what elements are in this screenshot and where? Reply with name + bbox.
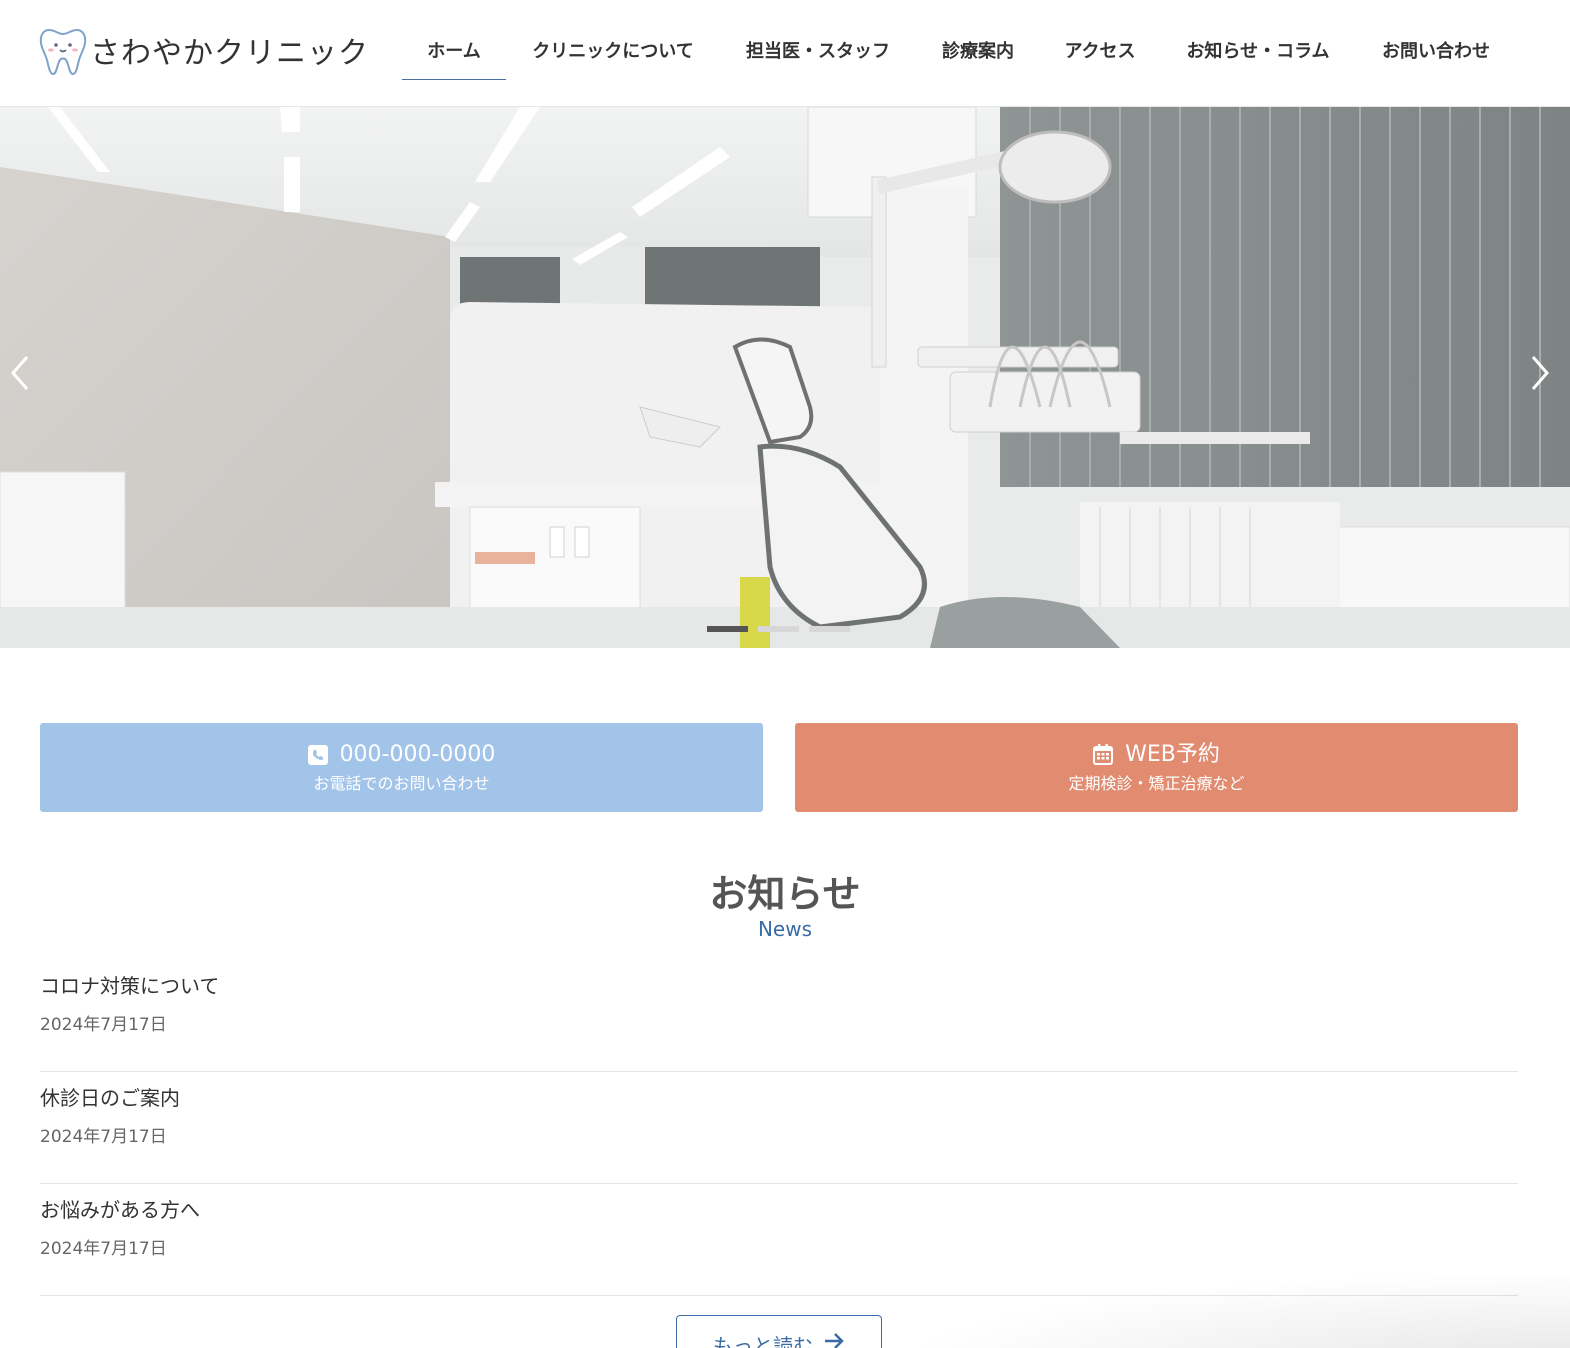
news-item-date: 2024年7月17日: [40, 1239, 167, 1259]
news-heading: お知らせ: [709, 871, 861, 916]
phone-icon: [307, 744, 328, 765]
phone-number: 000-000-0000: [339, 741, 496, 767]
slider-prev-button[interactable]: [0, 355, 40, 395]
news-item-title[interactable]: コロナ対策について: [40, 972, 219, 1000]
phone-cta-button[interactable]: 000-000-0000 お電話でのお問い合わせ: [40, 723, 763, 812]
slider-next-button[interactable]: [1520, 355, 1560, 395]
news-list: コロナ対策について 2024年7月17日 休診日のご案内 2024年7月17日 …: [40, 960, 1518, 1296]
news-item-title[interactable]: お悩みがある方へ: [40, 1196, 200, 1224]
web-reservation-label: WEB予約: [1125, 741, 1220, 767]
news-item-title[interactable]: 休診日のご案内: [40, 1084, 180, 1112]
nav-item-home[interactable]: ホーム: [402, 0, 506, 100]
site-header: さわやかクリニック ホーム クリニックについて 担当医・スタッフ 診療案内 アク…: [0, 0, 1570, 107]
news-item-date: 2024年7月17日: [40, 1127, 167, 1147]
slider-dot-2[interactable]: [758, 626, 799, 632]
news-item[interactable]: 休診日のご案内 2024年7月17日: [40, 1072, 1518, 1184]
hero-slider: [0, 107, 1570, 648]
slider-pagination: [707, 626, 850, 632]
hero-image: [0, 107, 1570, 648]
read-more-label: もっと読む: [713, 1334, 813, 1348]
nav-item-treatment[interactable]: 診療案内: [916, 0, 1040, 100]
slider-dot-1[interactable]: [707, 626, 748, 632]
nav-item-access[interactable]: アクセス: [1040, 0, 1160, 100]
read-more-button[interactable]: もっと読む: [676, 1315, 882, 1348]
news-item-date: 2024年7月17日: [40, 1015, 167, 1035]
logo[interactable]: さわやかクリニック: [38, 24, 369, 76]
news-item[interactable]: コロナ対策について 2024年7月17日: [40, 960, 1518, 1072]
slider-dot-3[interactable]: [809, 626, 850, 632]
nav-item-about[interactable]: クリニックについて: [506, 0, 720, 100]
main-nav: ホーム クリニックについて 担当医・スタッフ 診療案内 アクセス お知らせ・コラ…: [402, 0, 1516, 100]
news-item[interactable]: お悩みがある方へ 2024年7月17日: [40, 1184, 1518, 1296]
calendar-icon: [1093, 744, 1114, 765]
nav-item-staff[interactable]: 担当医・スタッフ: [720, 0, 916, 100]
chevron-left-icon: [9, 355, 31, 395]
tooth-icon: [38, 24, 88, 76]
web-reservation-button[interactable]: WEB予約 定期検診・矯正治療など: [795, 723, 1518, 812]
news-subheading: News: [757, 917, 813, 941]
nav-item-news-column[interactable]: お知らせ・コラム: [1160, 0, 1356, 100]
arrow-right-icon: [823, 1330, 845, 1348]
chevron-right-icon: [1529, 355, 1551, 395]
web-reservation-caption: 定期検診・矯正治療など: [1068, 773, 1245, 793]
site-name: さわやかクリニック: [90, 36, 369, 71]
phone-cta-caption: お電話でのお問い合わせ: [313, 773, 490, 793]
nav-item-contact[interactable]: お問い合わせ: [1356, 0, 1516, 100]
